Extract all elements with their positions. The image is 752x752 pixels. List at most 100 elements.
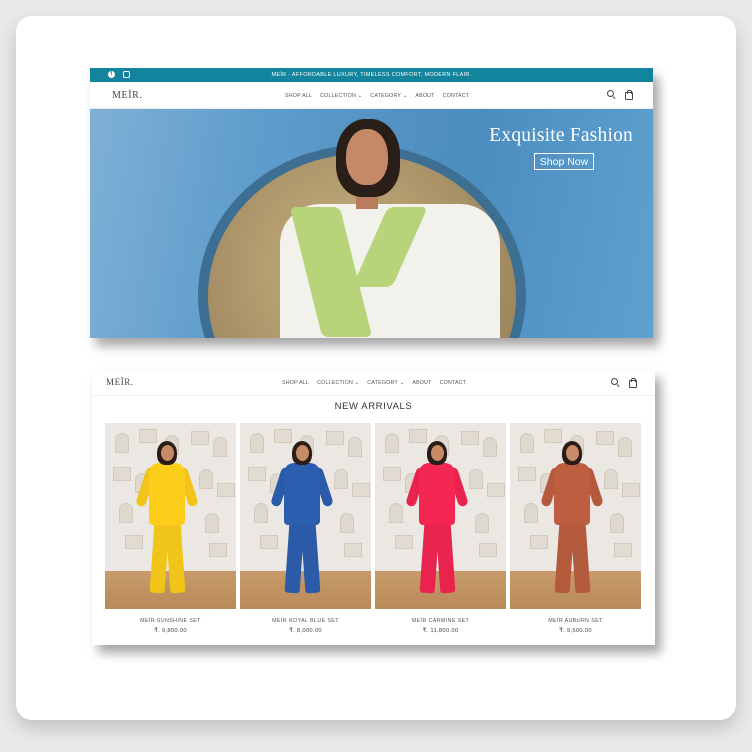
model-face bbox=[296, 445, 309, 461]
shop-now-button[interactable]: Shop Now bbox=[534, 153, 594, 170]
wall-decor bbox=[530, 535, 548, 549]
cart-icon[interactable] bbox=[628, 378, 637, 388]
product-image[interactable] bbox=[105, 423, 236, 609]
wall-decor bbox=[334, 469, 348, 489]
wall-decor bbox=[544, 429, 562, 443]
hero-banner: Exquisite Fashion Shop Now bbox=[90, 109, 653, 338]
product-name[interactable]: MEÏR ROYAL BLUE SET bbox=[240, 618, 371, 624]
header-actions bbox=[607, 90, 633, 100]
wall-decor bbox=[125, 535, 143, 549]
social-links: f bbox=[108, 71, 130, 78]
nav-shop-all[interactable]: SHOP ALL bbox=[285, 93, 312, 99]
wall-decor bbox=[622, 483, 640, 497]
model-face bbox=[431, 445, 444, 461]
product-price: ₹. 9,500.00 bbox=[559, 628, 592, 634]
product-image[interactable] bbox=[240, 423, 371, 609]
wall-decor bbox=[610, 513, 624, 533]
header-nav-secondary: MEÏR. SHOP ALL COLLECTION ⌄ CATEGORY ⌄ A… bbox=[92, 370, 655, 396]
wall-decor bbox=[614, 543, 632, 557]
nav-category[interactable]: CATEGORY ⌄ bbox=[370, 93, 407, 99]
wall-decor bbox=[274, 429, 292, 443]
nav-category[interactable]: CATEGORY ⌄ bbox=[367, 380, 404, 386]
product-name[interactable]: MEÏR AUBURN SET bbox=[510, 618, 641, 624]
wall-decor bbox=[383, 467, 401, 481]
nav-about[interactable]: ABOUT bbox=[412, 380, 431, 386]
wall-decor bbox=[461, 431, 479, 445]
product-name[interactable]: MEÏR SUNSHINE SET bbox=[105, 618, 236, 624]
wall-decor bbox=[524, 503, 538, 523]
new-arrivals-screenshot: MEÏR. SHOP ALL COLLECTION ⌄ CATEGORY ⌄ A… bbox=[92, 370, 655, 645]
product-card[interactable]: MEÏR ROYAL BLUE SET ₹. 8,000.00 bbox=[240, 423, 371, 634]
product-card[interactable]: MEÏR SUNSHINE SET ₹. 9,800.00 bbox=[105, 423, 236, 634]
wall-decor bbox=[596, 431, 614, 445]
product-image[interactable] bbox=[510, 423, 641, 609]
model-top bbox=[554, 463, 590, 525]
wall-decor bbox=[469, 469, 483, 489]
model-top bbox=[419, 463, 455, 525]
hero-title: Exquisite Fashion bbox=[489, 125, 633, 146]
wall-decor bbox=[385, 433, 399, 453]
wall-decor bbox=[326, 431, 344, 445]
main-menu: SHOP ALL COLLECTION ⌄ CATEGORY ⌄ ABOUT C… bbox=[285, 93, 469, 99]
wall-decor bbox=[518, 467, 536, 481]
wall-decor bbox=[113, 467, 131, 481]
wall-decor bbox=[191, 431, 209, 445]
wall-decor bbox=[199, 469, 213, 489]
wall-decor bbox=[389, 503, 403, 523]
wall-decor bbox=[254, 503, 268, 523]
product-card[interactable]: MEÏR CARMINE SET ₹. 11,800.00 bbox=[375, 423, 506, 634]
wall-decor bbox=[409, 429, 427, 443]
wall-decor bbox=[618, 437, 632, 457]
wall-decor bbox=[139, 429, 157, 443]
nav-shop-all[interactable]: SHOP ALL bbox=[282, 380, 309, 386]
wall-decor bbox=[604, 469, 618, 489]
facebook-icon[interactable]: f bbox=[108, 71, 115, 78]
wall-decor bbox=[395, 535, 413, 549]
search-icon[interactable] bbox=[607, 90, 616, 99]
wall-decor bbox=[250, 433, 264, 453]
product-price: ₹. 8,000.00 bbox=[289, 628, 322, 634]
wall-decor bbox=[520, 433, 534, 453]
wall-decor bbox=[213, 437, 227, 457]
wall-decor bbox=[352, 483, 370, 497]
wall-decor bbox=[115, 433, 129, 453]
section-title: NEW ARRIVALS bbox=[334, 401, 413, 412]
model-top bbox=[149, 463, 185, 525]
product-price: ₹. 9,800.00 bbox=[154, 628, 187, 634]
nav-collection[interactable]: COLLECTION ⌄ bbox=[317, 380, 359, 386]
nav-collection[interactable]: COLLECTION ⌄ bbox=[320, 93, 362, 99]
instagram-icon[interactable] bbox=[123, 71, 130, 78]
wall-decor bbox=[209, 543, 227, 557]
wall-decor bbox=[487, 483, 505, 497]
wall-decor bbox=[248, 467, 266, 481]
wall-decor bbox=[205, 513, 219, 533]
model-face bbox=[566, 445, 579, 461]
main-menu-secondary: SHOP ALL COLLECTION ⌄ CATEGORY ⌄ ABOUT C… bbox=[282, 380, 466, 386]
nav-contact[interactable]: CONTACT bbox=[443, 93, 470, 99]
nav-contact[interactable]: CONTACT bbox=[440, 380, 467, 386]
model-face bbox=[161, 445, 174, 461]
homepage-screenshot: f MEÏR - AFFORDABLE LUXURY, TIMELESS COM… bbox=[90, 68, 653, 338]
wall-decor bbox=[217, 483, 235, 497]
announcement-text: MEÏR - AFFORDABLE LUXURY, TIMELESS COMFO… bbox=[271, 72, 472, 78]
wall-decor bbox=[260, 535, 278, 549]
wall-decor bbox=[479, 543, 497, 557]
search-icon[interactable] bbox=[611, 378, 620, 387]
wall-decor bbox=[348, 437, 362, 457]
wall-decor bbox=[483, 437, 497, 457]
product-image[interactable] bbox=[375, 423, 506, 609]
wall-decor bbox=[344, 543, 362, 557]
header-actions-secondary bbox=[611, 378, 637, 388]
product-grid: MEÏR SUNSHINE SET ₹. 9,800.00 MEÏR ROYAL… bbox=[105, 423, 641, 634]
brand-logo[interactable]: MEÏR. bbox=[112, 90, 143, 101]
brand-logo-secondary[interactable]: MEÏR. bbox=[106, 377, 134, 387]
nav-about[interactable]: ABOUT bbox=[415, 93, 434, 99]
hero-model-face bbox=[346, 129, 388, 185]
wall-decor bbox=[475, 513, 489, 533]
product-name[interactable]: MEÏR CARMINE SET bbox=[375, 618, 506, 624]
header-nav: MEÏR. SHOP ALL COLLECTION ⌄ CATEGORY ⌄ A… bbox=[90, 82, 653, 109]
model-top bbox=[284, 463, 320, 525]
cart-icon[interactable] bbox=[624, 90, 633, 100]
product-price: ₹. 11,800.00 bbox=[422, 628, 459, 634]
product-card[interactable]: MEÏR AUBURN SET ₹. 9,500.00 bbox=[510, 423, 641, 634]
